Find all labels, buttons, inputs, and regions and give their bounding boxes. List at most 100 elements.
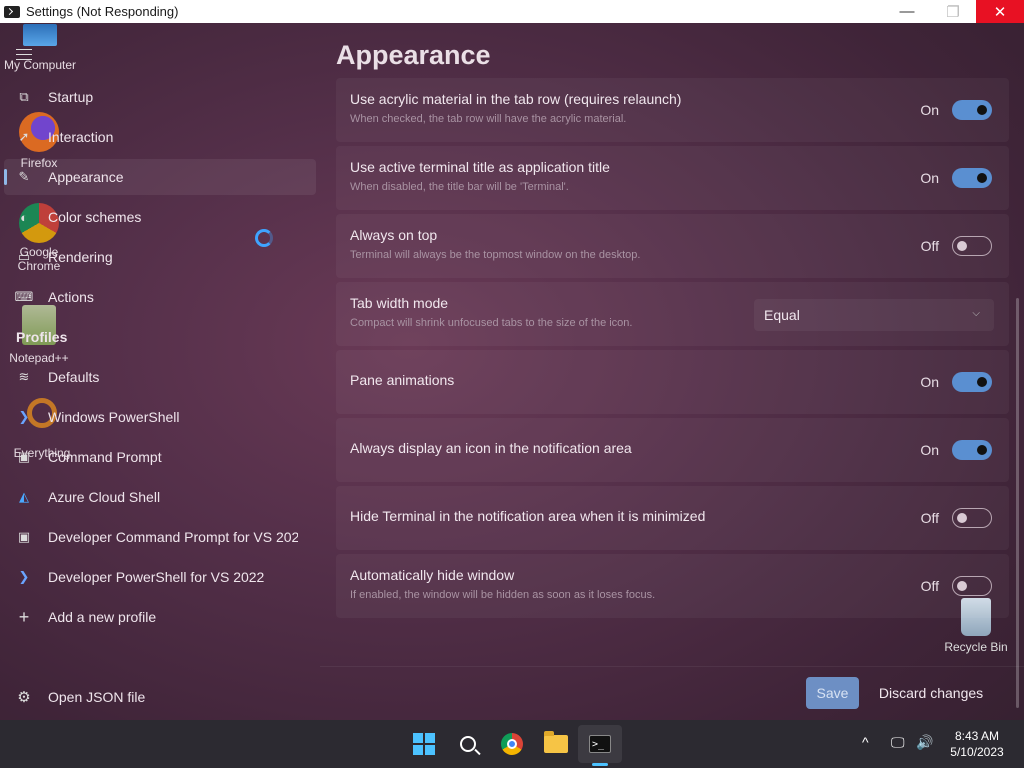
nav-item-windows-powershell[interactable]: ❯ Windows PowerShell [0,399,316,435]
network-icon[interactable]: 🖵 [891,734,905,751]
nav-item-open-json[interactable]: ⚙ Open JSON file [0,679,316,715]
setting-title: Tab width mode [350,295,449,311]
nav-item-label: Actions [48,289,94,305]
terminal-taskbar-icon-wrap: >_ [588,732,612,756]
setting-title: Hide Terminal in the notification area w… [350,508,706,524]
maximize-button[interactable]: ❐ [930,0,976,23]
toggle-state-label: On [920,170,939,186]
keyboard-icon: ⌨ [14,289,34,304]
terminal-app-icon [4,5,20,18]
loading-spinner-icon [255,229,273,247]
setting-title: Pane animations [350,372,455,388]
nav-item-label: Azure Cloud Shell [48,489,161,505]
nav-item-appearance[interactable]: ✎ Appearance [4,159,316,195]
taskbar-chrome-button[interactable] [500,732,524,756]
chrome-icon [501,733,523,755]
monitor-icon: ▭ [17,249,31,264]
footer-divider [320,666,1024,667]
setting-title: Always display an icon in the notificati… [350,440,632,456]
setting-title: Automatically hide window [350,567,515,583]
palette-icon: ◐ [20,209,28,225]
page-title: Appearance [336,40,491,70]
nav-item-azure-cloud-shell[interactable]: ◭ Azure Cloud Shell [0,479,316,515]
setting-acrylic-tab-row: Use acrylic material in the tab row (req… [336,78,1009,142]
hamburger-menu-icon[interactable] [16,49,32,60]
save-button[interactable]: Save [806,677,859,709]
nav-item-defaults[interactable]: ≋ Defaults [0,359,316,395]
nav-item-startup[interactable]: ⧉ Startup [0,79,316,115]
setting-auto-hide-window: Automatically hide window If enabled, th… [336,554,1009,618]
cursor-icon: ➚ [18,129,30,144]
nav-item-label: Appearance [48,169,124,185]
chevron-down-icon: ⌵ [972,308,980,319]
hide-when-minimized-toggle[interactable] [952,508,992,528]
clock-time: 8:43 AM [954,729,1000,743]
taskbar-file-explorer-button[interactable] [544,731,568,756]
window-title: Settings (Not Responding) [26,4,179,19]
vertical-scrollbar[interactable] [1016,298,1019,708]
nav-item-label: Defaults [48,369,100,385]
acrylic-toggle[interactable] [952,100,992,120]
nav-item-add-profile[interactable]: + Add a new profile [0,599,316,635]
discard-changes-button[interactable]: Discard changes [869,677,993,709]
desktop-icon-label: Recycle Bin [944,640,1008,654]
nav-item-label: Developer PowerShell for VS 2022 [48,569,265,585]
setting-title: Use active terminal title as application… [350,159,610,175]
toggle-state-label: Off [920,510,939,526]
nav-item-dev-powershell[interactable]: ❯ Developer PowerShell for VS 2022 [0,559,316,595]
setting-pane-animations: Pane animations On [336,350,1009,414]
setting-description: Compact will shrink unfocused tabs to th… [350,317,633,329]
pane-animations-toggle[interactable] [952,372,992,392]
toggle-state-label: On [920,102,939,118]
volume-icon[interactable]: 🔊 [916,734,933,751]
nav-item-label: Rendering [48,249,113,265]
nav-item-command-prompt[interactable]: ▣ Command Prompt [0,439,316,475]
active-app-indicator [592,763,608,766]
minimize-button[interactable]: — [884,0,930,23]
taskbar: >_ ^ 🖵 🔊 8:43 AM 5/10/2023 [0,720,1024,768]
cmd-icon: ▣ [17,449,31,464]
nav-item-label: Command Prompt [48,449,162,465]
nav-item-interaction[interactable]: ➚ Interaction [0,119,316,155]
clock[interactable]: 8:43 AM 5/10/2023 [944,728,1010,760]
setting-description: If enabled, the window will be hidden as… [350,589,656,601]
close-button[interactable]: ✕ [976,0,1024,23]
powershell-icon: ❯ [18,409,30,424]
folder-icon [544,731,568,753]
auto-hide-window-toggle[interactable] [952,576,992,596]
start-button[interactable] [412,732,436,756]
windows-logo-icon [413,733,435,755]
search-icon [460,736,476,752]
taskbar-search-button[interactable] [456,732,480,756]
setting-active-title: Use active terminal title as application… [336,146,1009,210]
toggle-state-label: Off [920,578,939,594]
nav-item-actions[interactable]: ⌨ Actions [0,279,316,315]
plus-icon: + [18,606,30,627]
always-on-top-toggle[interactable] [952,236,992,256]
nav-item-label: Open JSON file [48,689,146,705]
brush-icon: ✎ [18,169,30,184]
setting-description: When disabled, the title bar will be 'Te… [350,181,569,193]
azure-icon: ◭ [19,489,29,504]
show-hidden-icons-chevron-icon[interactable]: ^ [862,734,869,750]
nav-item-dev-command-prompt[interactable]: ▣ Developer Command Prompt for VS 2022 [0,519,316,555]
profiles-heading: Profiles [16,329,68,345]
nav-item-label: Developer Command Prompt for VS 2022 [48,529,298,545]
setting-hide-when-minimized: Hide Terminal in the notification area w… [336,486,1009,550]
terminal-icon: >_ [589,735,611,753]
notification-icon-toggle[interactable] [952,440,992,460]
layers-icon: ≋ [18,369,30,384]
tab-width-mode-dropdown[interactable]: Equal ⌵ [754,299,994,331]
settings-nav: ⧉ Startup ➚ Interaction ✎ Appearance ◐ C… [0,23,320,720]
nav-item-label: Startup [48,89,94,105]
active-title-toggle[interactable] [952,168,992,188]
setting-description: When checked, the tab row will have the … [350,113,627,125]
setting-always-on-top: Always on top Terminal will always be th… [336,214,1009,278]
setting-title: Always on top [350,227,438,243]
setting-notification-icon: Always display an icon in the notificati… [336,418,1009,482]
toggle-state-label: On [920,442,939,458]
clock-date: 5/10/2023 [950,745,1004,759]
powershell-icon: ❯ [18,569,30,584]
nav-item-label: Color schemes [48,209,142,225]
cmd-icon: ▣ [17,529,31,544]
